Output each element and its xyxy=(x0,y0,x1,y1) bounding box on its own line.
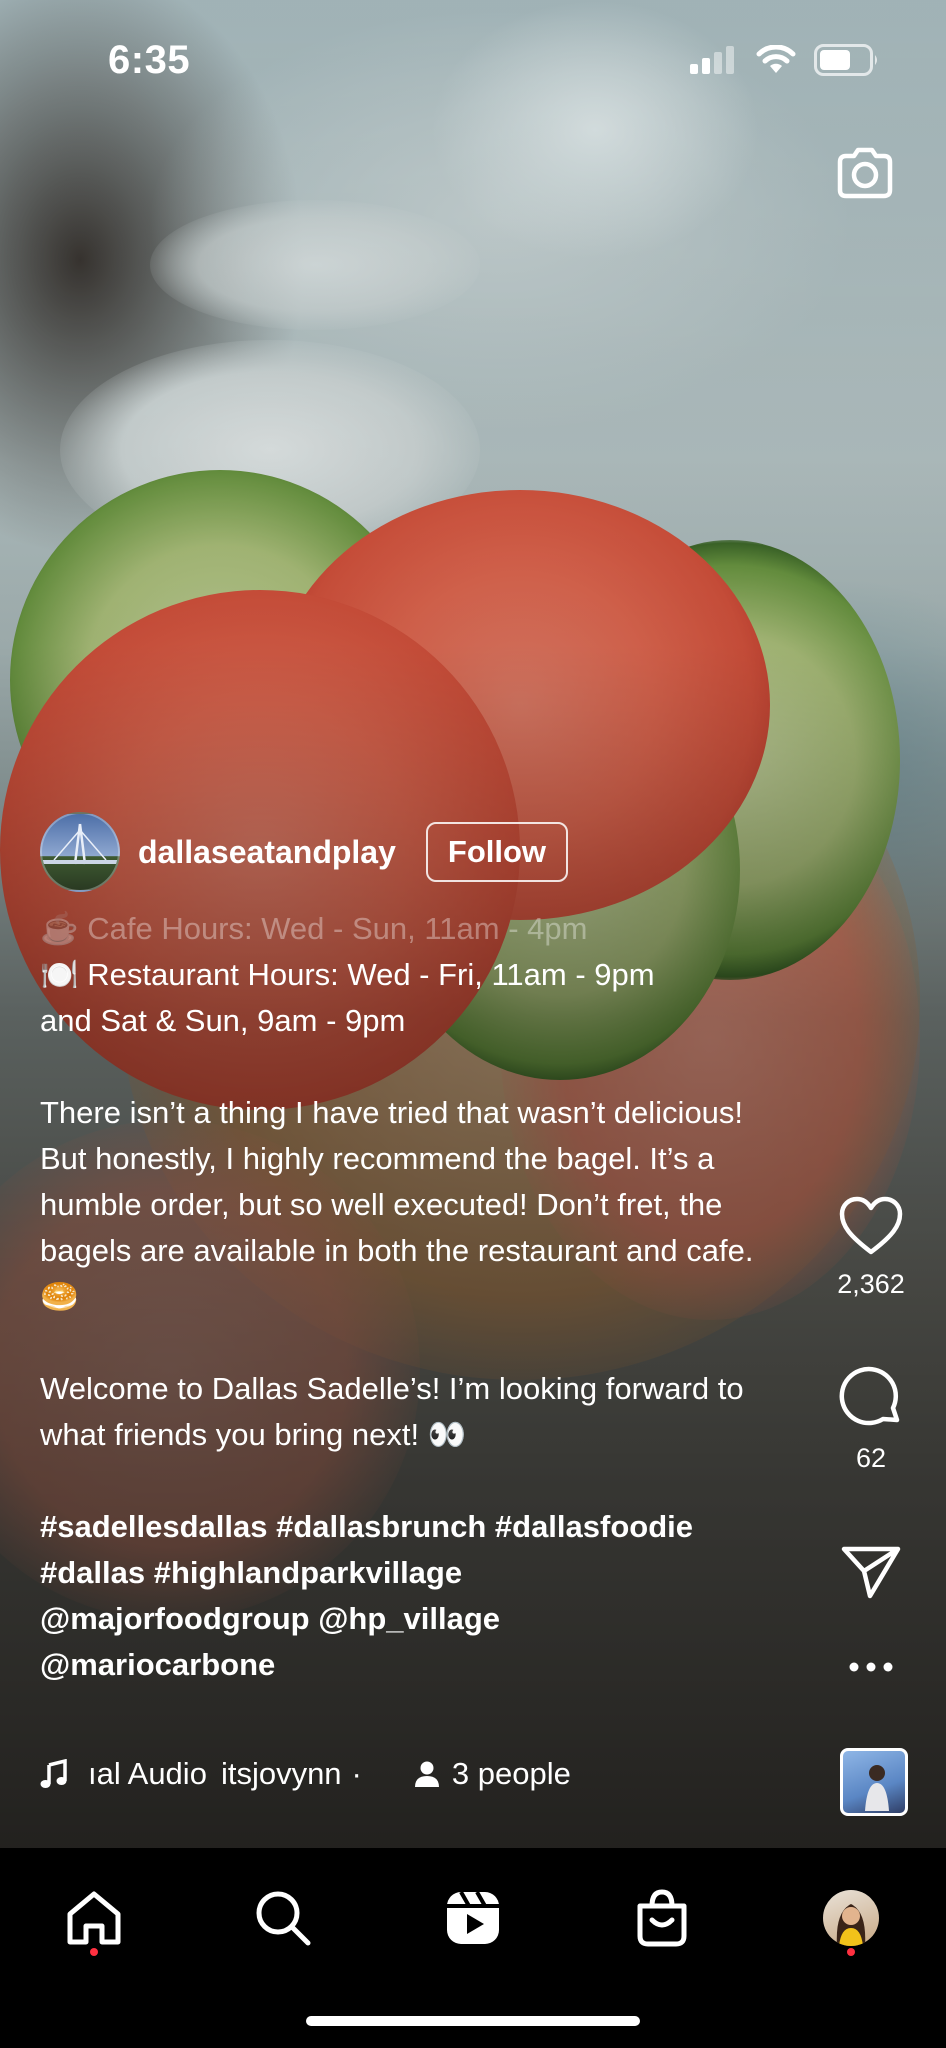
battery-icon xyxy=(814,44,877,76)
comment-count[interactable]: 62 xyxy=(806,1443,936,1474)
comment-icon xyxy=(839,1366,900,1426)
nav-profile[interactable] xyxy=(811,1878,891,1958)
camera-icon xyxy=(837,147,893,199)
shop-icon xyxy=(637,1889,687,1947)
like-count[interactable]: 2,362 xyxy=(806,1269,936,1300)
tagged-people-label: 3 people xyxy=(451,1756,571,1791)
caption-hashtags-2[interactable]: #dallas #highlandparkvillage xyxy=(40,1550,790,1596)
caption-mentions-1[interactable]: @majorfoodgroup @hp_village xyxy=(40,1596,790,1642)
author-avatar[interactable] xyxy=(40,812,120,892)
person-icon xyxy=(414,1761,439,1787)
caption-cafe-hours: ☕️ Cafe Hours: Wed - Sun, 11am - 4pm xyxy=(40,911,588,946)
audio-thumbnail[interactable] xyxy=(840,1748,908,1816)
nav-home-notification-dot xyxy=(90,1948,98,1956)
nav-profile-notification-dot xyxy=(847,1948,855,1956)
music-icon xyxy=(40,1759,67,1788)
nav-shop[interactable] xyxy=(622,1878,702,1958)
home-icon xyxy=(67,1891,121,1945)
comment-button[interactable]: 62 xyxy=(806,1364,936,1474)
tagged-people[interactable]: 3 people xyxy=(414,1756,571,1792)
caption-paragraph-2: Welcome to Dallas Sadelle’s! I’m looking… xyxy=(40,1371,744,1452)
nav-home[interactable] xyxy=(54,1878,134,1958)
caption-hashtags-1[interactable]: #sadellesdallas #dallasbrunch #dallasfoo… xyxy=(40,1504,790,1550)
post-caption[interactable]: ☕️ Cafe Hours: Wed - Sun, 11am - 4pm 🍽️ … xyxy=(40,906,790,1688)
status-time: 6:35 xyxy=(108,38,191,82)
audio-separator: · xyxy=(351,1756,362,1791)
nav-search[interactable] xyxy=(243,1878,323,1958)
author-username[interactable]: dallaseatandplay xyxy=(138,834,396,871)
caption-restaurant-hours: 🍽️ Restaurant Hours: Wed - Fri, 11am - 9… xyxy=(40,957,655,992)
cellular-signal-icon xyxy=(690,46,734,74)
caption-weekend-hours: and Sat & Sun, 9am - 9pm xyxy=(40,1003,406,1038)
caption-paragraph-1: There isn’t a thing I have tried that wa… xyxy=(40,1095,754,1314)
caption-mentions-2[interactable]: @mariocarbone xyxy=(40,1642,790,1688)
share-button[interactable] xyxy=(806,1544,936,1605)
wifi-icon xyxy=(756,45,796,73)
coffee-emoji-icon: ☕️ xyxy=(40,911,88,946)
bottom-nav xyxy=(0,1848,946,2048)
audio-artist[interactable]: itsjovynn xyxy=(221,1756,342,1792)
search-icon xyxy=(256,1891,311,1946)
audio-title[interactable]: ıal Audio xyxy=(88,1756,207,1792)
reels-icon xyxy=(447,1891,499,1944)
nav-reels[interactable] xyxy=(433,1878,513,1958)
heart-icon xyxy=(839,1196,903,1255)
more-options-button[interactable] xyxy=(806,1660,936,1678)
audio-row[interactable]: ıal Audio itsjovynn · 3 people xyxy=(40,1756,571,1792)
like-button[interactable]: 2,362 xyxy=(806,1196,936,1300)
camera-button[interactable] xyxy=(834,142,896,204)
profile-avatar xyxy=(823,1890,879,1946)
status-icons xyxy=(690,44,880,76)
more-icon xyxy=(849,1662,893,1672)
share-icon xyxy=(841,1546,901,1599)
post-author-row: dallaseatandplay Follow xyxy=(40,812,569,892)
plate-emoji-icon: 🍽️ xyxy=(40,957,88,992)
follow-button[interactable]: Follow xyxy=(425,822,569,882)
home-indicator xyxy=(306,2016,640,2026)
